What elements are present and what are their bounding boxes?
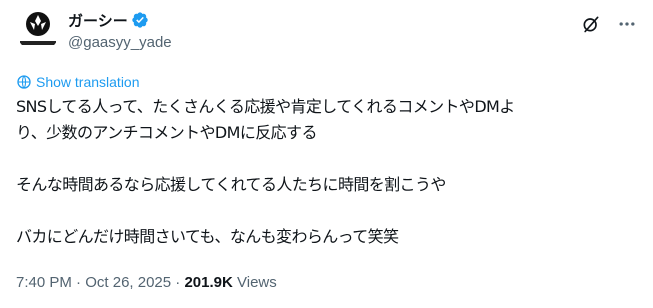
tweet-line: バカにどんだけ時間さいても、なんも変わらんって笑笑: [16, 227, 399, 246]
show-translation-label: Show translation: [36, 74, 140, 90]
avatar[interactable]: [16, 8, 60, 52]
tweet-header: ガーシー @gaasyy_yade: [16, 8, 637, 60]
show-translation-link[interactable]: Show translation: [16, 74, 140, 90]
avatar-logo: [20, 12, 56, 45]
views-label: Views: [232, 274, 277, 291]
tweet-line: そんな時間あるなら応援してくれてる人たちに時間を割こうや: [16, 175, 446, 194]
display-name[interactable]: ガーシー: [68, 10, 128, 31]
tweet-line: り、少数のアンチコメントやDMに反応する: [16, 123, 317, 142]
tweet-line: SNSしてる人って、たくさんくる応援や肯定してくれるコメントやDMよ: [16, 97, 515, 116]
tweet-text: SNSしてる人って、たくさんくる応援や肯定してくれるコメントやDMよ り、少数の…: [16, 94, 641, 250]
timestamp-date[interactable]: Oct 26, 2025: [85, 274, 171, 291]
handle[interactable]: @gaasyy_yade: [68, 34, 172, 51]
views-count: 201.9K: [184, 274, 233, 291]
meta-separator: ·: [71, 274, 86, 291]
grok-icon[interactable]: [581, 14, 601, 34]
more-icon[interactable]: [617, 14, 637, 34]
meta-separator: ·: [171, 274, 185, 291]
tweet-meta: 7:40 PM · Oct 26, 2025 · 201.9K Views: [16, 274, 277, 291]
verified-badge-icon: [131, 11, 149, 29]
author-info: ガーシー @gaasyy_yade: [68, 10, 172, 52]
translate-icon: [16, 74, 32, 90]
timestamp-time[interactable]: 7:40 PM: [16, 274, 72, 291]
